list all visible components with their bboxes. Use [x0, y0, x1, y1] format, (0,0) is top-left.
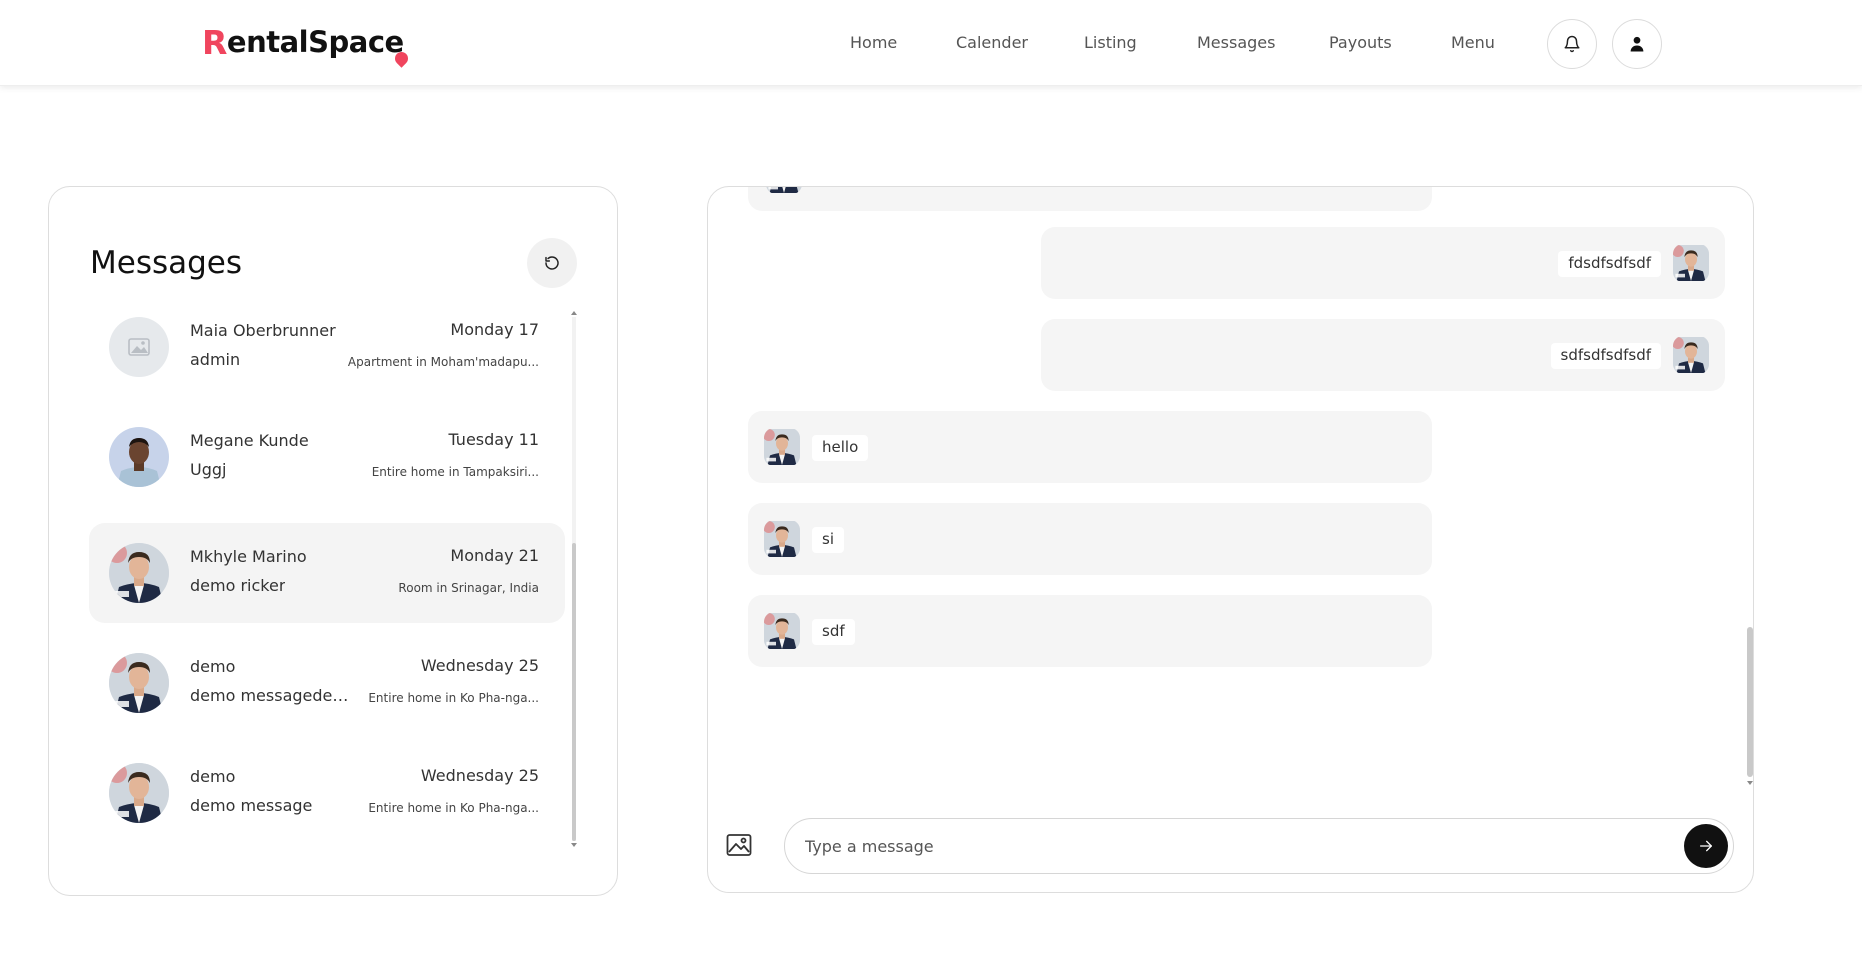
conversation-date: Monday 21	[450, 546, 539, 565]
conversation-item[interactable]: demo demo message Wednesday 25 Entire ho…	[89, 757, 565, 857]
message-thread-scrollbar[interactable]	[1746, 187, 1753, 787]
message-text: sdf	[812, 619, 855, 645]
conversation-date: Wednesday 25	[420, 766, 539, 785]
message-bubble-received: hello	[748, 411, 1432, 483]
page-title: Messages	[90, 245, 243, 281]
conversation-date: Monday 17	[450, 320, 539, 339]
conversation-listing: Apartment in Moham'madapu...	[347, 355, 539, 369]
user-photo	[109, 763, 169, 823]
rentalspace-logo[interactable]: R entalSpace	[202, 22, 411, 68]
message-bubble-partial	[748, 187, 1432, 211]
message-input[interactable]	[784, 818, 1734, 874]
message-bubble-received: sdf	[748, 595, 1432, 667]
conversation-preview: demo ricker	[190, 576, 286, 595]
conversation-item[interactable]: Maia Oberbrunner admin Monday 17 Apartme…	[89, 311, 565, 411]
arrow-right-icon	[1700, 840, 1712, 852]
message-bubble-sent: sdfsdfsdfsdf	[1041, 319, 1725, 391]
profile-button[interactable]	[1612, 19, 1662, 69]
bell-icon	[1564, 35, 1580, 53]
user-icon	[1630, 36, 1644, 52]
nav-calender[interactable]: Calender	[956, 33, 1028, 52]
avatar	[764, 428, 800, 466]
logo-text: entalSpace	[227, 25, 411, 68]
conversation-list-scrollbar[interactable]	[570, 311, 578, 847]
conversation-date: Wednesday 25	[420, 656, 539, 675]
conversation-name: demo	[190, 657, 236, 676]
message-text: si	[812, 527, 844, 553]
avatar	[109, 317, 169, 377]
nav-home[interactable]: Home	[850, 33, 897, 52]
scroll-down-icon[interactable]	[1747, 781, 1753, 785]
image-upload-icon	[726, 834, 752, 856]
conversation-name: Maia Oberbrunner	[190, 321, 336, 340]
nav-menu[interactable]: Menu	[1451, 33, 1495, 52]
chat-panel: fdsdfsdfsdf sdfsdfsdfsdf hello si sdf	[707, 186, 1754, 893]
avatar	[1673, 244, 1709, 282]
scroll-down-icon[interactable]	[571, 843, 577, 847]
message-text: sdfsdfsdfsdf	[1550, 343, 1661, 369]
conversation-listing: Entire home in Ko Pha-nga...	[368, 801, 539, 815]
user-photo	[109, 427, 169, 487]
conversation-name: demo	[190, 767, 236, 786]
conversation-item[interactable]: demo demo messagedem... Wednesday 25 Ent…	[89, 647, 565, 747]
conversation-listing: Entire home in Ko Pha-nga...	[368, 691, 539, 705]
conversation-name: Megane Kunde	[190, 431, 309, 450]
user-photo	[109, 543, 169, 603]
avatar	[764, 520, 800, 558]
user-photo	[109, 653, 169, 713]
top-navbar: R entalSpace Home Calender Listing Messa…	[0, 0, 1862, 86]
avatar	[109, 543, 169, 603]
refresh-button[interactable]	[527, 238, 577, 288]
scrollbar-thumb[interactable]	[572, 543, 576, 841]
scroll-up-icon[interactable]	[571, 311, 577, 315]
send-button[interactable]	[1684, 824, 1728, 868]
conversation-date: Tuesday 11	[448, 430, 539, 449]
conversation-preview: Uggj	[190, 460, 227, 479]
conversation-item[interactable]: Megane Kunde Uggj Tuesday 11 Entire home…	[89, 421, 565, 521]
message-text: fdsdfsdfsdf	[1558, 251, 1661, 277]
conversation-name: Mkhyle Marino	[190, 547, 307, 566]
avatar	[109, 427, 169, 487]
message-text: hello	[812, 435, 869, 461]
message-thread: fdsdfsdfsdf sdfsdfsdfsdf hello si sdf	[708, 187, 1748, 787]
conversation-preview: demo message	[190, 796, 313, 815]
conversation-listing: Entire home in Tampaksiri...	[371, 465, 539, 479]
conversation-list: Maia Oberbrunner admin Monday 17 Apartme…	[89, 311, 569, 859]
refresh-icon	[545, 256, 559, 270]
conversation-preview: demo messagedem...	[190, 686, 360, 705]
nav-listing[interactable]: Listing	[1084, 33, 1137, 52]
nav-messages[interactable]: Messages	[1197, 33, 1275, 52]
notification-button[interactable]	[1547, 19, 1597, 69]
avatar	[109, 763, 169, 823]
message-bubble-sent: fdsdfsdfsdf	[1041, 227, 1725, 299]
image-placeholder-icon	[128, 338, 150, 356]
avatar	[764, 612, 800, 650]
avatar	[1673, 336, 1709, 374]
scrollbar-thumb[interactable]	[1747, 627, 1753, 777]
nav-payouts[interactable]: Payouts	[1329, 33, 1392, 52]
message-bubble-received: si	[748, 503, 1432, 575]
avatar	[766, 187, 802, 194]
logo-letter-r: R	[202, 22, 227, 62]
conversation-preview: admin	[190, 350, 241, 369]
conversation-listing: Room in Srinagar, India	[398, 581, 539, 595]
attach-image-button[interactable]	[726, 833, 754, 861]
message-composer	[708, 817, 1753, 877]
conversations-panel: Messages Maia Oberbrunner admin Monday 1…	[48, 186, 618, 896]
avatar	[109, 653, 169, 713]
conversation-item-active[interactable]: Mkhyle Marino demo ricker Monday 21 Room…	[89, 523, 565, 623]
